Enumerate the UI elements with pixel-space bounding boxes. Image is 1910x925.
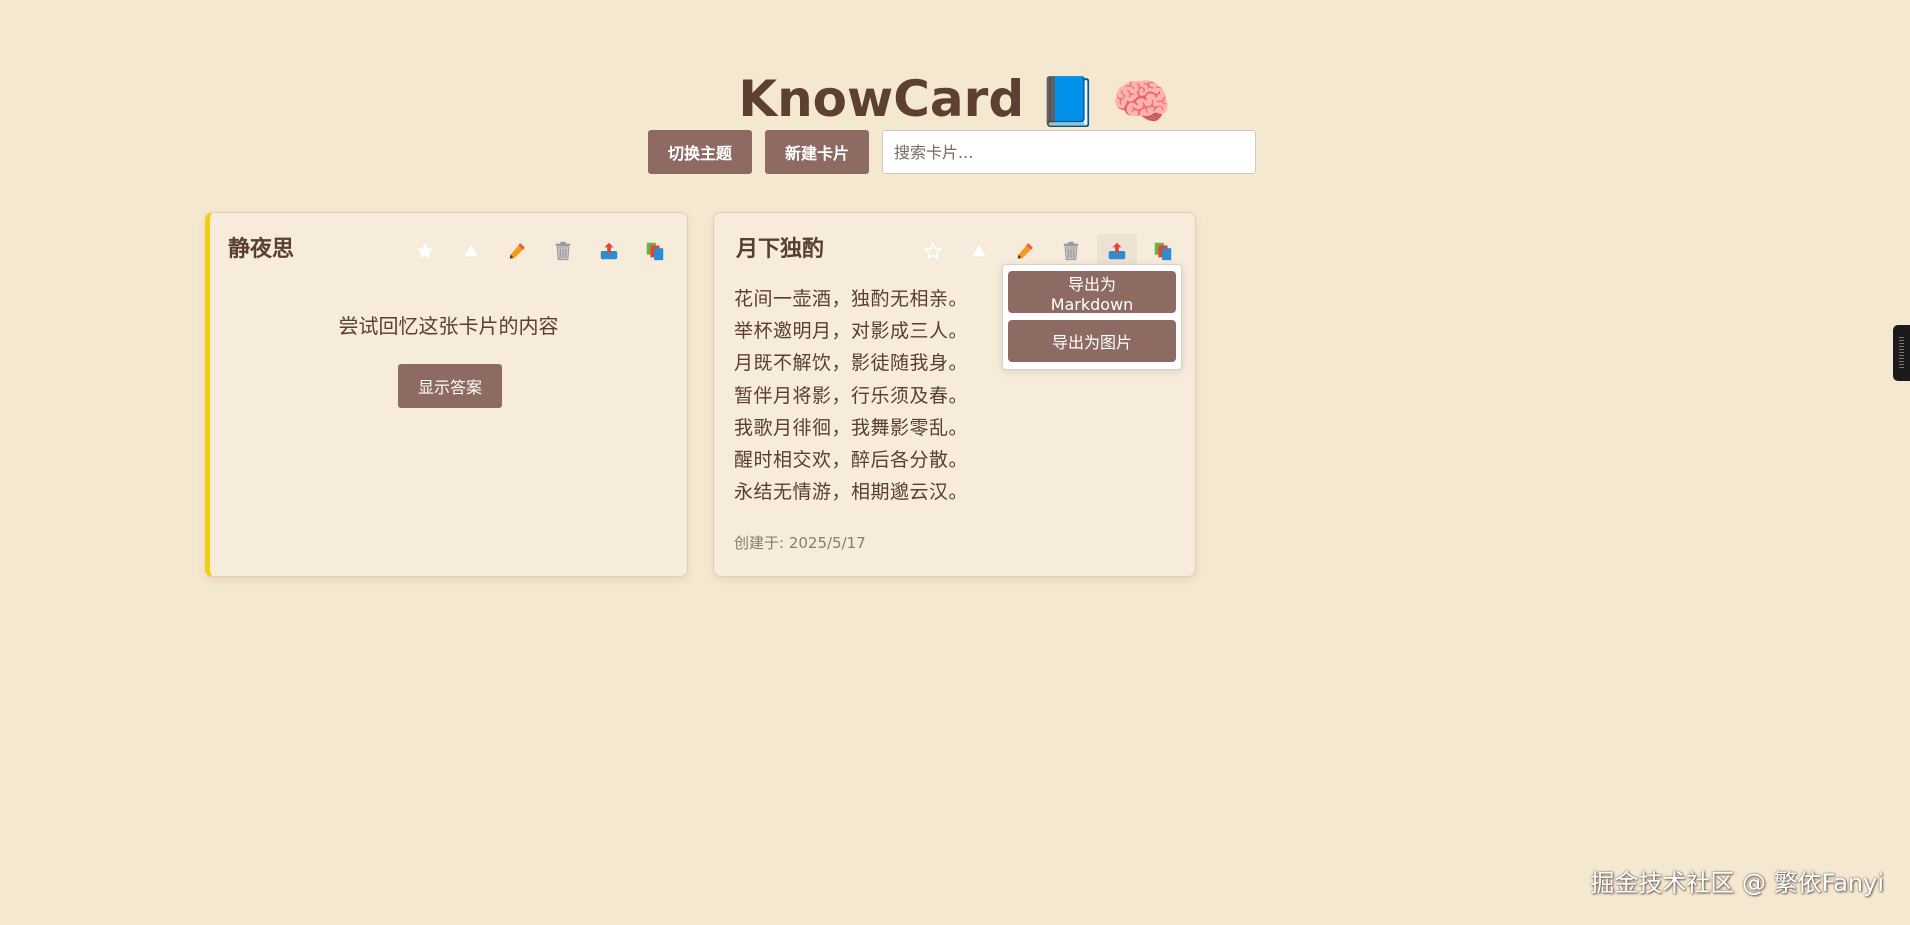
grip-icon <box>1899 337 1904 369</box>
copy-icon[interactable] <box>635 234 675 268</box>
new-card-button[interactable]: 新建卡片 <box>765 130 870 174</box>
poem-line: 醒时相交欢，醉后各分散。 <box>734 449 969 472</box>
card-content: 花间一壶酒，独酌无相亲。 举杯邀明月，对影成三人。 月既不解饮，影徒随我身。 暂… <box>734 283 968 508</box>
card-jingyesi: 静夜思 尝试回忆这张卡片的内容 显示答案 <box>205 212 688 577</box>
triangle-icon[interactable] <box>959 234 999 268</box>
star-icon[interactable] <box>405 234 445 268</box>
export-markdown-button[interactable]: 导出为Markdown <box>1008 271 1176 314</box>
poem-line: 月既不解饮，影徒随我身。 <box>734 352 969 375</box>
search-input[interactable] <box>882 130 1257 174</box>
created-date: 创建于: 2025/5/17 <box>734 534 866 552</box>
toolbar: 切换主题 新建卡片 <box>648 130 1257 174</box>
export-icon[interactable] <box>589 234 629 268</box>
recall-prompt: 尝试回忆这张卡片的内容 <box>338 314 559 338</box>
card-title: 月下独酌 <box>736 237 825 262</box>
triangle-icon[interactable] <box>451 234 491 268</box>
card-actions <box>907 234 1183 268</box>
card-actions <box>399 235 675 267</box>
poem-line: 永结无情游，相期邈云汉。 <box>734 481 969 504</box>
app-root: KnowCard📘🧠 切换主题 新建卡片 静夜思 <box>0 0 1910 925</box>
export-icon[interactable] <box>1097 234 1137 268</box>
star-outline-icon[interactable] <box>913 234 953 268</box>
trash-icon[interactable] <box>1051 234 1091 268</box>
watermark: 掘金技术社区 @ 繁依Fanyi <box>1590 869 1884 897</box>
poem-line: 举杯邀明月，对影成三人。 <box>734 320 969 343</box>
copy-icon[interactable] <box>1143 234 1183 268</box>
toggle-theme-button[interactable]: 切换主题 <box>648 130 753 174</box>
poem-line: 我歌月徘徊，我舞影零乱。 <box>734 416 969 439</box>
show-answer-button[interactable]: 显示答案 <box>398 364 503 408</box>
poem-line: 暂伴月将影，行乐须及春。 <box>734 384 969 407</box>
poem-line: 花间一壶酒，独酌无相亲。 <box>734 288 969 310</box>
export-menu: 导出为Markdown 导出为图片 <box>1002 264 1182 370</box>
app-title-text: KnowCard <box>738 69 1025 128</box>
brain-icon: 🧠 <box>1111 73 1172 130</box>
page-title: KnowCard 📘 🧠 <box>0 64 1910 134</box>
book-icon: 📘 <box>1038 73 1098 130</box>
card-title: 静夜思 <box>228 237 295 262</box>
side-panel-handle[interactable] <box>1893 325 1910 381</box>
export-image-button[interactable]: 导出为图片 <box>1008 320 1176 362</box>
pencil-icon[interactable] <box>497 234 537 268</box>
pencil-icon[interactable] <box>1005 234 1045 268</box>
trash-icon[interactable] <box>543 234 583 268</box>
